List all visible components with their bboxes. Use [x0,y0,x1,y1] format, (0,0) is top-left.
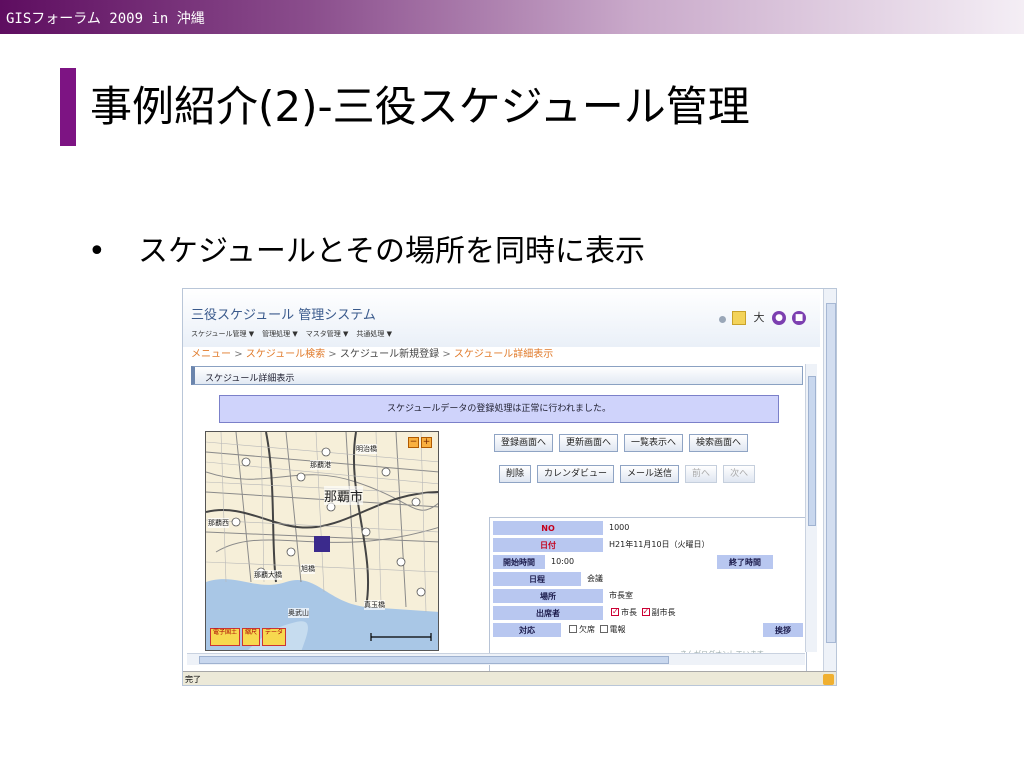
bullet-text: スケジュールとその場所を同時に表示 [138,234,645,269]
text-size-icon[interactable]: 大 [752,311,766,325]
app-title: 三役スケジュール 管理システム [191,308,376,323]
map-panel[interactable]: 那覇市 那覇港 明治橋 那覇西 旭橋 奥武山 那覇大橋 真玉橋 − + 電子国土… [205,431,439,651]
date-value: H21年11月10日（火曜日） [609,540,710,549]
attendee-name: 副市長 [651,608,676,617]
send-mail-button[interactable]: メール送信 [620,465,680,483]
agenda-value: 会議 [587,574,603,583]
yellow-square-icon[interactable] [732,311,746,325]
slide-title: 事例紹介(2)-三役スケジュール管理 [90,82,750,131]
breadcrumb-separator: > [328,349,337,360]
map-tool-button[interactable]: 縮尺 [242,628,261,646]
header-icons: 大 ● ■ [719,311,806,325]
map-tool-buttons: 電子国土 縮尺 データ [210,628,287,646]
attendee-checkbox[interactable] [641,604,650,620]
app-header: 三役スケジュール 管理システム 大 ● ■ スケジュール管理 ▼ 管理処理 ▼ … [183,289,820,347]
next-button[interactable]: 次へ [723,465,756,483]
horizontal-scroll-thumb[interactable] [199,656,669,664]
attendees-value: 市長 副市長 [606,604,806,621]
browser-vertical-scrollbar[interactable] [823,289,836,671]
logout-icon[interactable]: ■ [792,311,806,325]
conference-label: GISフォーラム 2009 in 沖縄 [6,11,205,27]
date-label: 日付 [492,537,604,553]
zoom-in-button[interactable]: + [421,437,432,448]
breadcrumb-separator: > [442,349,451,360]
map-label: 真玉橋 [364,600,385,610]
breadcrumb-menu[interactable]: メニュー [191,349,231,360]
map-zoom-controls: − + [408,437,432,448]
horizontal-scrollbar[interactable] [187,653,805,665]
nav-button-row: 登録画面へ 更新画面へ 一覧表示へ 検索画面へ [494,434,749,452]
map-label: 那覇大橋 [254,570,282,580]
attendees-label: 出席者 [492,605,604,621]
breadcrumb-current: スケジュール詳細表示 [453,349,554,360]
menu-schedule[interactable]: スケジュール管理 ▼ [191,329,254,339]
slide-header-bar: GISフォーラム 2009 in 沖縄 [0,0,1024,34]
menu-admin[interactable]: 管理処理 ▼ [262,329,298,339]
map-tool-button[interactable]: 電子国土 [210,628,241,646]
map-label: 那覇港 [310,460,331,470]
title-accent-bar [60,68,76,146]
zoom-out-button[interactable]: − [408,437,419,448]
agenda-label: 日程 [492,571,582,587]
browser-status-bar: 完了 [183,671,836,685]
map-label: 那覇西 [208,518,229,528]
help-icon[interactable]: ● [772,311,786,325]
greeting-label: 挨拶 [762,622,804,638]
success-notice: スケジュールデータの登録処理は正常に行われました。 [219,395,779,423]
bullet-icon: • [88,234,106,269]
map-tool-button[interactable]: データ [262,628,287,646]
map-city-label: 那覇市 [324,486,364,505]
map-label: 明治橋 [356,444,377,454]
section-title: スケジュール詳細表示 [191,366,803,385]
breadcrumb: メニュー > スケジュール検索 > スケジュール新規登録 > スケジュール詳細表… [191,345,553,360]
register-screen-button[interactable]: 登録画面へ [494,434,554,452]
no-label: NO [492,520,604,536]
attendee-checkbox[interactable] [611,604,619,620]
start-time-value: 10:00 [551,557,575,566]
delete-button[interactable]: 削除 [499,465,532,483]
menu-bar: スケジュール管理 ▼ 管理処理 ▼ マスタ管理 ▼ 共通処理 ▼ [191,329,392,339]
inner-vertical-scrollbar[interactable] [805,364,817,652]
response-option: 電報 [609,625,626,634]
list-view-button[interactable]: 一覧表示へ [624,434,684,452]
place-label: 場所 [492,588,604,604]
response-checkbox[interactable] [599,625,608,633]
response-option: 欠席 [579,625,595,634]
search-screen-button[interactable]: 検索画面へ [689,434,749,452]
map-label: 奥武山 [288,608,309,618]
schedule-location-marker[interactable] [314,536,330,552]
calendar-view-button[interactable]: カレンダビュー [537,465,615,483]
response-checkbox[interactable] [569,625,577,633]
menu-master[interactable]: マスタ管理 ▼ [306,329,349,339]
security-zone-icon [823,674,834,685]
response-label: 対応 [492,622,562,638]
map-label: 旭橋 [301,564,315,574]
status-text: 完了 [185,675,201,684]
prev-button[interactable]: 前へ [685,465,718,483]
breadcrumb-separator: > [234,349,243,360]
place-value: 市長室 [609,591,633,600]
browser-vertical-scroll-thumb[interactable] [826,303,836,643]
breadcrumb-register[interactable]: スケジュール新規登録 [340,349,439,360]
breadcrumb-search[interactable]: スケジュール検索 [246,349,325,360]
start-time-label: 開始時間 [492,554,546,570]
update-screen-button[interactable]: 更新画面へ [559,434,619,452]
response-value: 欠席 電報 [564,622,734,638]
dot-icon[interactable] [719,316,726,323]
menu-common[interactable]: 共通処理 ▼ [356,329,392,339]
browser-screenshot: 三役スケジュール 管理システム 大 ● ■ スケジュール管理 ▼ 管理処理 ▼ … [182,288,837,686]
action-button-row: 削除 カレンダビュー メール送信 前へ 次へ [499,465,756,483]
attendee-name: 市長 [621,608,637,617]
inner-vertical-scroll-thumb[interactable] [808,376,816,526]
no-value: 1000 [609,523,630,532]
end-time-label: 終了時間 [716,554,774,570]
